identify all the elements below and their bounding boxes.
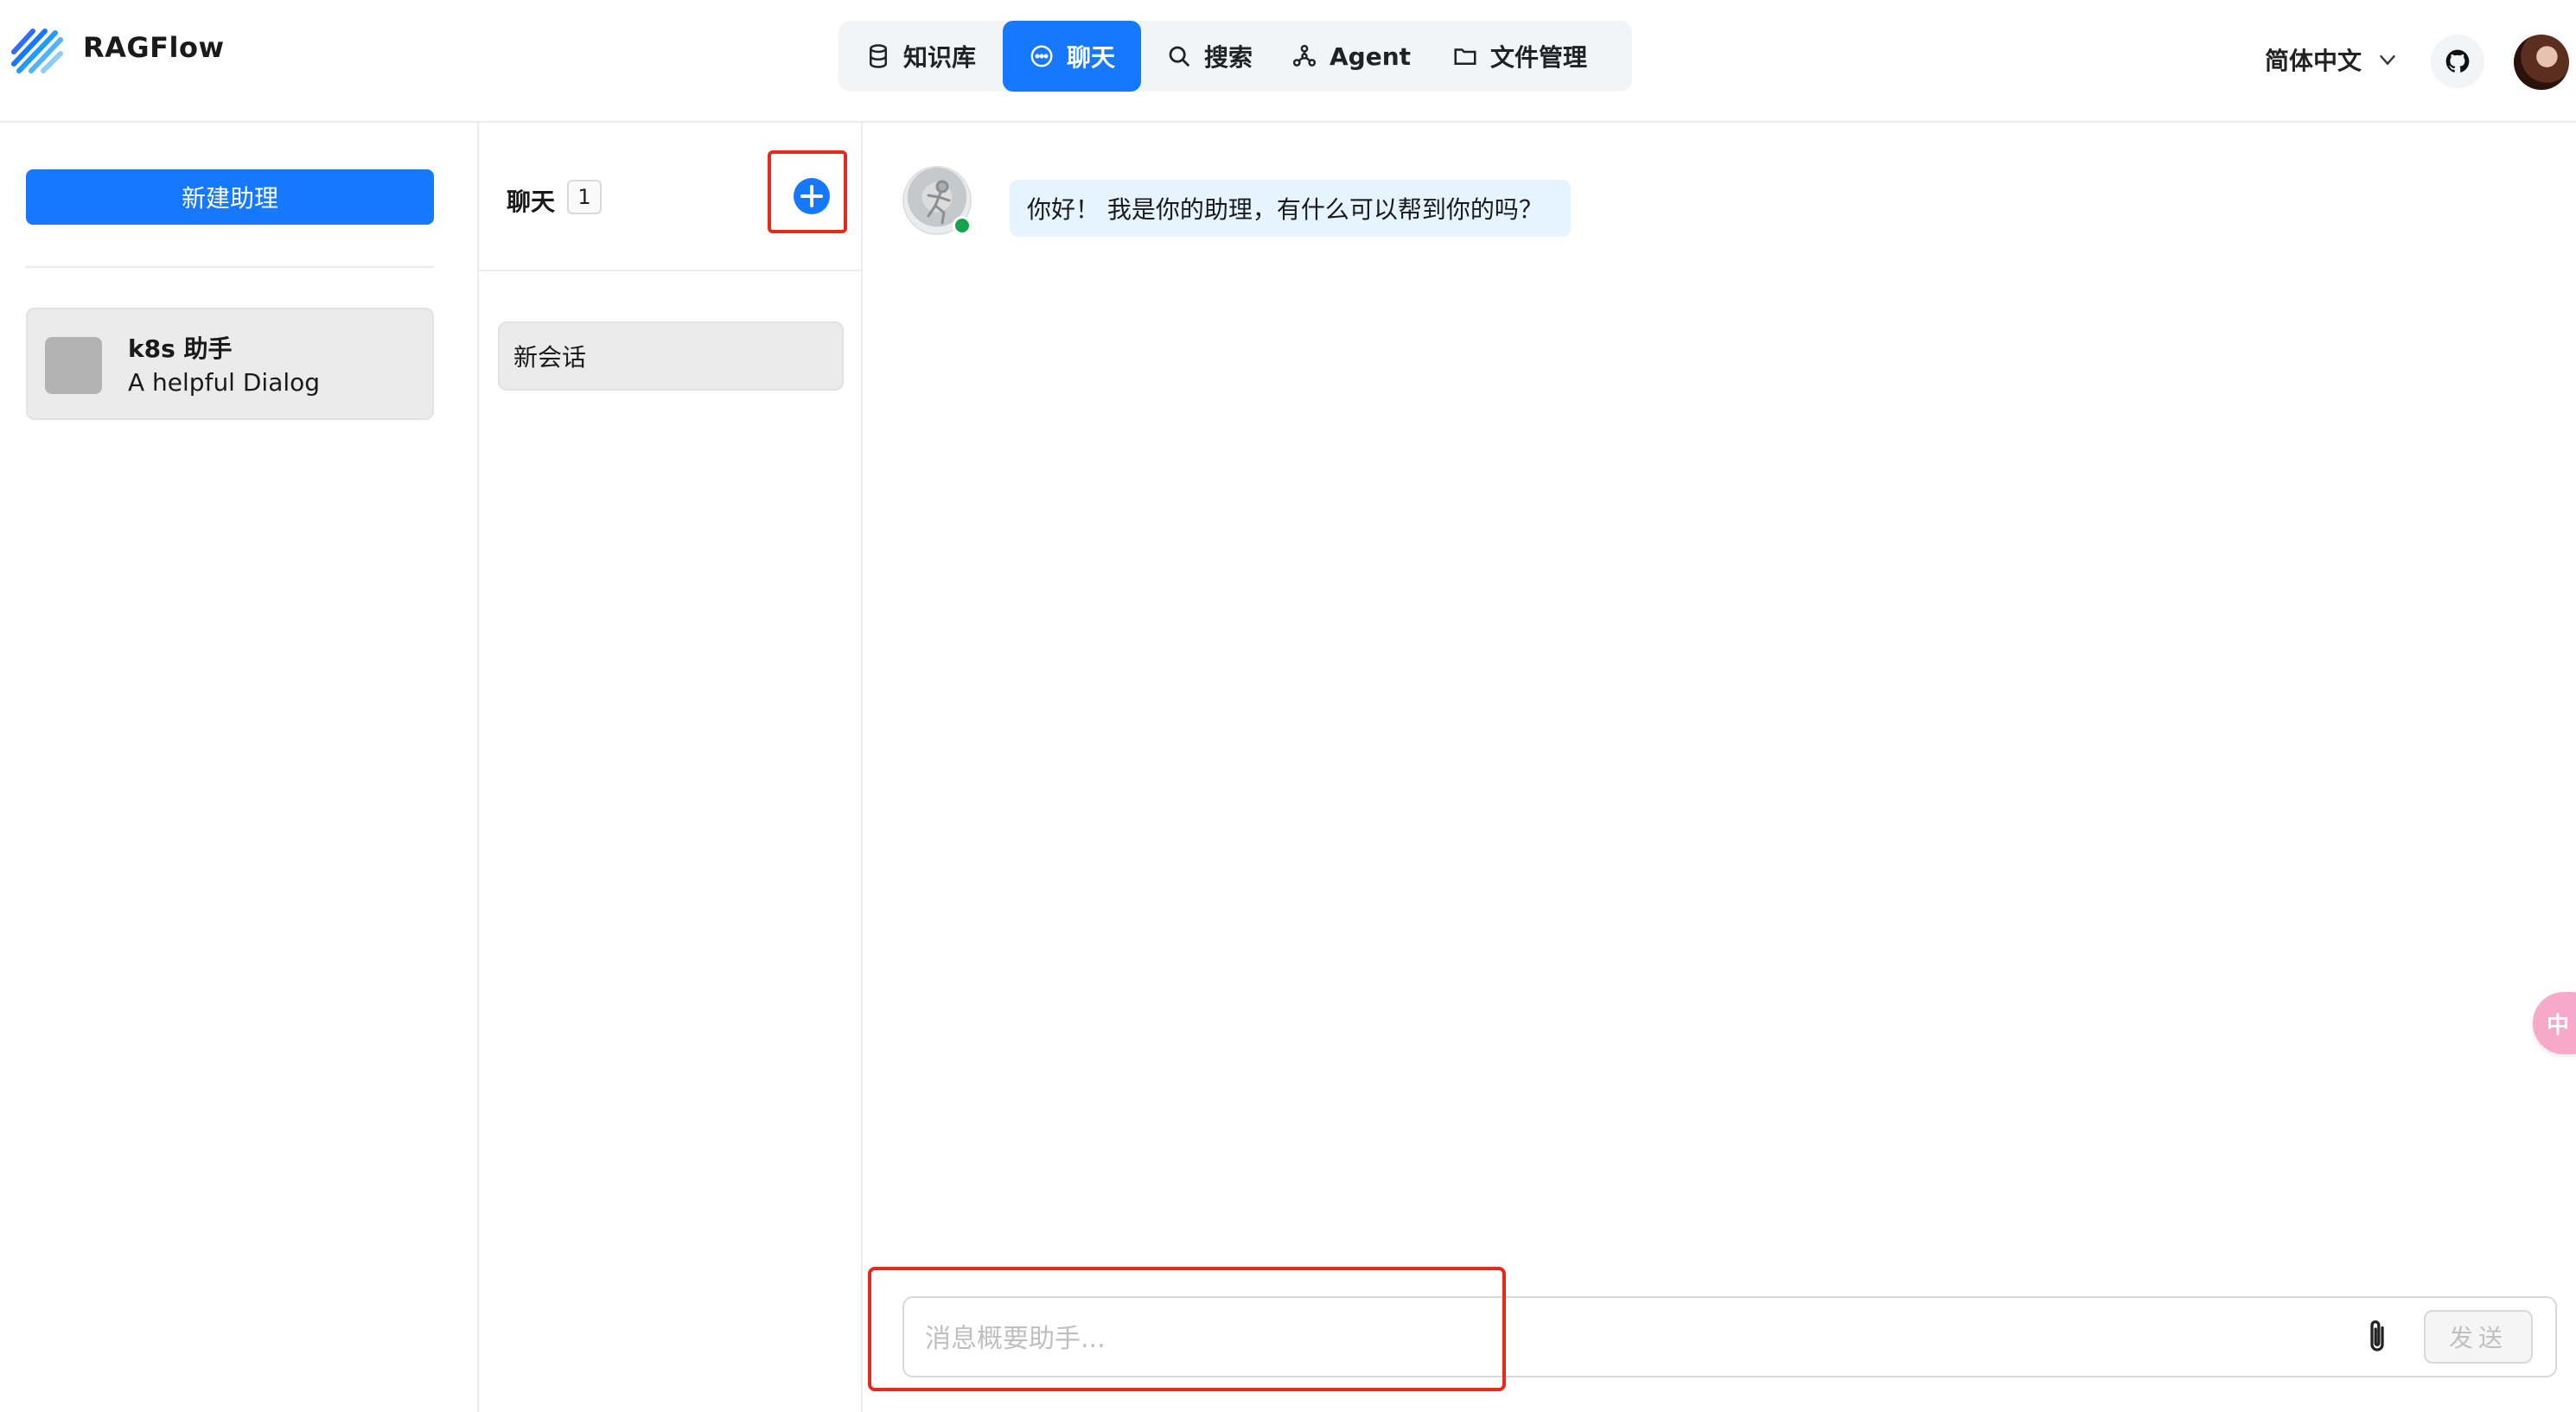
conversation-item-label: 新会话 (513, 343, 587, 372)
nav-tab-search[interactable]: 搜索 (1141, 21, 1278, 92)
search-icon (1169, 46, 1190, 67)
user-avatar[interactable] (2514, 35, 2569, 90)
conversation-list-header: 聊天 1 (479, 123, 861, 271)
floating-tab-label: 中 (2547, 1012, 2570, 1039)
conversation-item[interactable]: 新会话 (498, 321, 844, 391)
nav-tab-label: 搜索 (1203, 43, 1253, 72)
app-root: RAGFlow 知识库 聊天 搜索 Agent 文件管理 简体中文 新建助理 k… (0, 0, 2576, 1412)
nav-tab-label: Agent (1329, 41, 1412, 71)
message-composer: 发送 (902, 1296, 2557, 1377)
paperclip-icon[interactable] (2362, 1317, 2393, 1357)
conversation-list-title: 聊天 (507, 188, 556, 216)
main-nav: 知识库 聊天 搜索 Agent 文件管理 (838, 21, 1632, 92)
agent-graph-icon (1292, 44, 1317, 67)
nav-tab-label: 知识库 (902, 43, 976, 72)
assistant-card[interactable]: k8s 助手 A helpful Dialog (26, 308, 434, 420)
nav-tab-label: 文件管理 (1489, 43, 1587, 72)
nav-tab-file-management[interactable]: 文件管理 (1425, 21, 1615, 92)
database-icon (869, 44, 887, 68)
assistant-list-panel: 新建助理 k8s 助手 A helpful Dialog (0, 123, 479, 1412)
chat-bubble-icon (1030, 45, 1053, 67)
divider (26, 266, 434, 268)
brand-name: RAGFlow (83, 31, 225, 64)
assistant-description: A helpful Dialog (128, 368, 321, 397)
github-button[interactable] (2431, 35, 2484, 88)
language-selector[interactable]: 简体中文 (2265, 38, 2400, 81)
nav-tab-knowledge-base[interactable]: 知识库 (838, 21, 1003, 92)
new-assistant-button[interactable]: 新建助理 (26, 169, 434, 225)
folder-icon (1454, 48, 1476, 65)
language-label: 简体中文 (2265, 47, 2362, 75)
message-input[interactable] (923, 1313, 2327, 1364)
nav-tab-label: 聊天 (1066, 43, 1115, 72)
online-status-dot (953, 216, 972, 235)
chat-panel: 你好！ 我是你的助理，有什么可以帮到你的吗？ 发送 (863, 123, 2576, 1412)
send-button[interactable]: 发送 (2424, 1310, 2533, 1364)
plus-circle-icon[interactable] (792, 176, 832, 216)
assistant-avatar (45, 337, 102, 394)
conversation-list-panel: 聊天 1 新会话 (479, 123, 863, 1412)
assistant-name: k8s 助手 (128, 334, 233, 363)
nav-tab-agent[interactable]: Agent (1278, 21, 1425, 92)
ragflow-logo-icon[interactable] (7, 19, 67, 80)
github-icon (2445, 49, 2470, 73)
assistant-message-bubble: 你好！ 我是你的助理，有什么可以帮到你的吗？ (1010, 180, 1571, 237)
conversation-count-badge: 1 (567, 180, 602, 214)
top-header: RAGFlow 知识库 聊天 搜索 Agent 文件管理 简体中文 (0, 0, 2576, 123)
nav-tab-chat[interactable]: 聊天 (1003, 21, 1141, 92)
chevron-down-icon (2379, 54, 2396, 66)
